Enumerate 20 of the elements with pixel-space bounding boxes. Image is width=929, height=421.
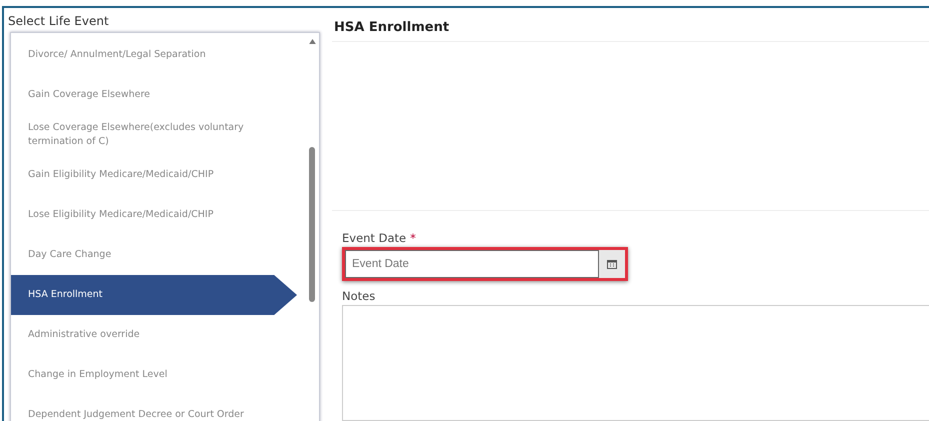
section-title: HSA Enrollment	[332, 8, 929, 42]
calendar-icon	[607, 259, 617, 269]
life-event-item[interactable]: Divorce/ Annulment/Legal Separation	[11, 35, 307, 75]
field-label: Notes	[342, 289, 376, 303]
life-event-item[interactable]: Administrative override	[11, 315, 307, 355]
life-event-item[interactable]: Gain Eligibility Medicare/Medicaid/CHIP	[11, 155, 307, 195]
date-field[interactable]: Event Date	[342, 247, 628, 281]
calendar-button[interactable]	[599, 250, 625, 278]
life-event-item[interactable]: Lose Eligibility Medicare/Medicaid/CHIP	[11, 195, 307, 235]
life-event-item[interactable]: Lose Coverage Elsewhere(excludes voluntary termination of C)	[11, 115, 307, 155]
life-event-item[interactable]: Change in Employment Level	[11, 355, 307, 395]
field-label: Event Date	[342, 231, 406, 245]
scroll-up-icon[interactable]	[309, 39, 316, 44]
panel-title: Select Life Event	[7, 13, 110, 28]
life-event-item[interactable]: Dependent Judgement Decree or Court Order	[11, 395, 307, 421]
life-event-item[interactable]: Gain Coverage Elsewhere	[11, 75, 307, 115]
life-event-item[interactable]: Day Care Change	[11, 235, 307, 275]
notes-field[interactable]	[342, 305, 929, 421]
life-event-item[interactable]: HSA Enrollment	[11, 275, 297, 315]
required-mark: *	[410, 231, 416, 245]
